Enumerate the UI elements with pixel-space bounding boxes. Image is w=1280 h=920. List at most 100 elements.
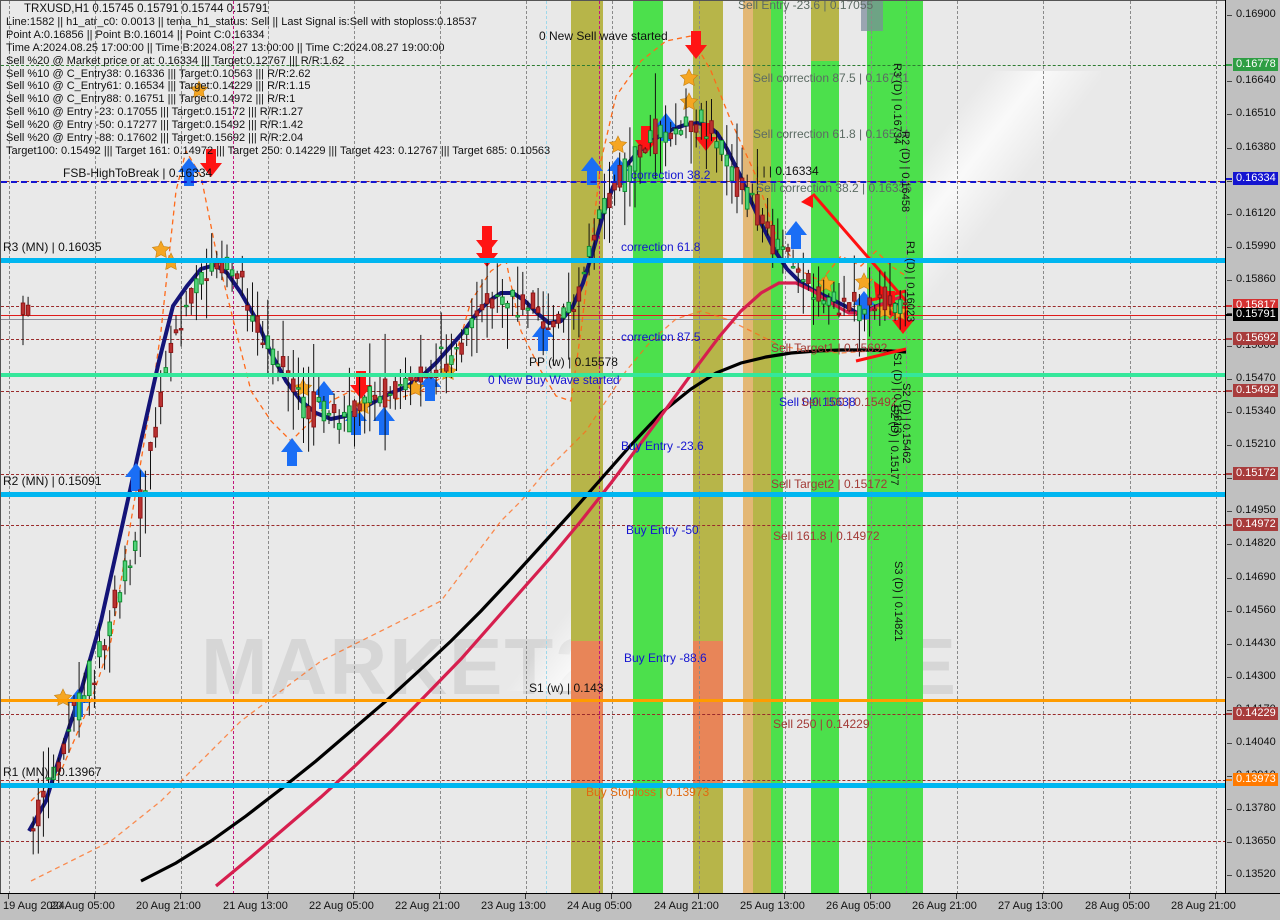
price-tick [1227,114,1232,116]
price-tick [1227,379,1232,381]
price-badge-tick [1226,64,1232,66]
price-badge[interactable]: 0.14972 [1233,518,1278,531]
level-label-fsb-high-to-break: FSB-HighToBreak | 0.16334 [63,166,213,180]
symbol-ohlc-line: TRXUSD,H1 0.15745 0.15791 0.15744 0.1579… [24,3,269,15]
chart-info-line: Sell %20 @ Entry -50: 0.17277 ||| Target… [6,119,304,132]
time-tick-label: 27 Aug 13:00 [998,900,1063,912]
time-axis[interactable]: 19 Aug 2024 20 Aug 05:00 20 Aug 21:00 21 Au… [0,893,1280,920]
time-tick-label: 26 Aug 05:00 [826,900,891,912]
time-tick [8,894,9,899]
level-label-pp-w: PP (w) | 0.15578 [529,355,618,369]
price-tick-label: 0.13650 [1236,835,1276,848]
time-tick [267,894,268,899]
level-label-r3-mn: R3 (MN) | 0.16035 [3,240,102,254]
time-tick [956,894,957,899]
annotation-buy-entry-23-6: Buy Entry -23.6 [621,439,704,453]
chart-plot-area[interactable]: MARKET21 TRADE [0,0,1225,893]
price-tick [1227,610,1232,612]
level-label-correction-61-8: correction 61.8 [621,240,701,254]
price-tick-label: 0.16380 [1236,140,1276,153]
annotation-sell-target1: Sell Target1 | 0.15692 [771,341,888,355]
price-tick-label: 0.16640 [1236,74,1276,87]
level-line-s1-w[interactable] [1,699,1225,702]
price-tick [1227,742,1232,744]
level-label-r1-mn: R1 (MN) | 0.13967 [3,765,102,779]
chart-info-header: TRXUSD,H1 0.15745 0.15791 0.15744 0.1579… [6,3,550,158]
price-badge-tick [1226,305,1232,307]
annotation-sell-250: Sell 250 | 0.14229 [773,717,870,731]
time-tick-label: 23 Aug 13:00 [481,900,546,912]
price-badge[interactable]: 0.15692 [1233,332,1278,345]
price-tick [1227,809,1232,811]
price-tick [1227,147,1232,149]
time-tick-label: 24 Aug 05:00 [567,900,632,912]
chart-info-line: Sell %20 @ Entry -88: 0.17602 ||| Target… [6,132,304,145]
price-badge[interactable]: 0.16778 [1233,58,1278,71]
annotation-correction-38-2: correction 38.2 [631,168,711,182]
price-badge-tick [1226,314,1232,316]
annotation-sell-entry-23-6: Sell Entry -23.6 | 0.17055 [738,0,874,12]
price-tick-label: 0.14430 [1236,636,1276,649]
price-tick [1227,279,1232,281]
price-tick-label: 0.15470 [1236,372,1276,385]
price-tick [1227,875,1232,877]
time-tick-label: 25 Aug 13:00 [740,900,805,912]
rotated-label-s2-d: S2 (D) | 0.15462 [900,383,912,464]
level-label-correction-87-5: correction 87.5 [621,330,701,344]
price-tick-label: 0.14560 [1236,603,1276,616]
price-badge-tick [1226,524,1232,526]
price-tick [1227,213,1232,215]
price-tick-label: 0.14820 [1236,537,1276,550]
rotated-label-r2-d: R2 (D) | 0.16458 [899,131,911,213]
price-tick-label: 0.16120 [1236,206,1276,219]
chart-info-line: Sell %20 @ Market price or at: 0.16334 |… [6,54,345,67]
chart-info-line: Sell %10 @ C_Entry88: 0.16751 ||| Target… [6,93,296,106]
time-tick [439,894,440,899]
time-tick-label: 22 Aug 21:00 [395,900,460,912]
chart-window: MARKET21 TRADE [0,0,1280,920]
time-tick-label: 21 Aug 13:00 [223,900,288,912]
price-tick-label: 0.16900 [1236,8,1276,21]
annotation-sell-100: Sell 100 | 0.15492 [801,395,898,409]
annotation-sell-161-8: Sell 161.8 | 0.14972 [773,529,880,543]
price-tick [1227,81,1232,83]
time-tick [525,894,526,899]
rotated-label-r1-d: R1 (D) | 0.16023 [904,241,916,323]
time-tick [94,894,95,899]
price-tick-label: 0.15990 [1236,239,1276,252]
annotation-sell-correction-38-2: Sell correction 38.2 | 0.16336 [756,181,912,195]
level-line-fsb-high-to-break[interactable] [1,181,1225,183]
price-tick [1227,15,1232,17]
price-tick-label: 0.16510 [1236,107,1276,120]
price-tick-label: 0.14950 [1236,504,1276,517]
time-tick [611,894,612,899]
annotation-sell-target2: Sell Target2 | 0.15172 [771,477,888,491]
level-line-r2-mn[interactable] [1,492,1225,497]
price-badge[interactable]: 0.16334 [1233,172,1278,185]
price-badge[interactable]: 0.14229 [1233,707,1278,720]
annotation-sell-correction-87-5: Sell correction 87.5 | 0.16751 [753,71,909,85]
price-tick [1227,842,1232,844]
time-tick-label: 28 Aug 21:00 [1171,900,1236,912]
chart-info-line: Sell %10 @ Entry -23: 0.17055 ||| Target… [6,106,304,119]
annotation-buy-entry-88-6: Buy Entry -88.6 [624,651,707,665]
time-tick-label: 20 Aug 21:00 [136,900,201,912]
price-tick [1227,445,1232,447]
price-tick-label: 0.15860 [1236,272,1276,285]
time-tick-label: 22 Aug 05:00 [309,900,374,912]
price-badge[interactable]: 0.13973 [1233,773,1278,786]
price-badge-tick [1226,473,1232,475]
price-tick [1227,643,1232,645]
chart-info-line: Sell %10 @ C_Entry61: 0.16534 ||| Target… [6,80,311,93]
price-badge[interactable]: 0.15172 [1233,467,1278,480]
price-badge[interactable]: 0.15791 [1233,308,1278,321]
time-tick-label: 24 Aug 21:00 [654,900,719,912]
price-badge[interactable]: 0.15492 [1233,384,1278,397]
price-tick [1227,676,1232,678]
level-label-s1-w: S1 (w) | 0.143 [529,681,604,695]
price-axis[interactable]: 0.169000.166400.165100.163800.162500.161… [1225,0,1280,893]
chart-info-line: Time A:2024.08.25 17:00:00 || Time B:202… [6,41,445,54]
time-tick [1129,894,1130,899]
time-tick [784,894,785,899]
level-line-r3-mn[interactable] [1,258,1225,263]
